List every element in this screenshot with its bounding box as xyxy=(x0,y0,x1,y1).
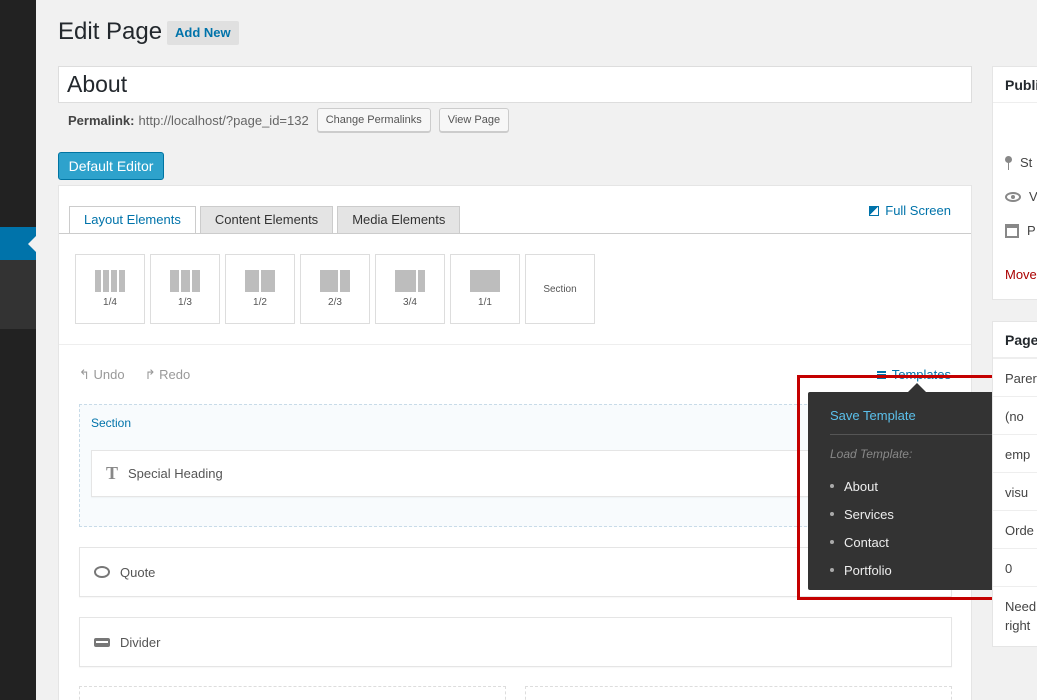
quote-icon xyxy=(94,566,110,578)
help-text-line: right xyxy=(1005,618,1031,633)
publish-date-label: P xyxy=(1027,223,1036,238)
builder-tabs: Layout Elements Content Elements Media E… xyxy=(69,206,461,234)
page-attributes-title: Page xyxy=(993,322,1037,358)
element-label: Divider xyxy=(120,634,161,650)
parent-select[interactable]: (no xyxy=(993,396,1037,434)
full-column-icon xyxy=(470,270,500,292)
template-label: emp xyxy=(993,434,1037,472)
publish-visibility-row: V xyxy=(1005,189,1037,204)
history-controls: ↰ Undo ↱ Redo xyxy=(79,367,190,383)
three-columns-icon xyxy=(170,270,200,292)
view-page-button[interactable]: View Page xyxy=(438,108,510,132)
two-thirds-column-icon xyxy=(320,270,350,292)
three-fourths-column-icon xyxy=(395,270,425,292)
redo-button[interactable]: ↱ Redo xyxy=(145,367,191,383)
element-label: Quote xyxy=(120,564,156,580)
layout-item-three-fourths[interactable]: 3/4 xyxy=(375,254,445,324)
layout-item-label: 1/2 xyxy=(253,297,267,308)
full-screen-label: Full Screen xyxy=(885,203,951,218)
fullscreen-icon xyxy=(869,205,880,216)
element-label: Special Heading xyxy=(128,466,223,481)
permalink-bar: Permalink: http://localhost/?page_id=132… xyxy=(68,108,510,132)
redo-icon: ↱ xyxy=(144,367,160,382)
admin-menu-sidebar xyxy=(0,0,36,700)
publish-visibility-label: V xyxy=(1029,189,1037,204)
change-permalinks-button[interactable]: Change Permalinks xyxy=(316,108,431,132)
publish-status-row: St xyxy=(1005,155,1032,170)
move-to-trash-link[interactable]: Move xyxy=(1005,267,1037,282)
layout-item-label: 1/4 xyxy=(103,297,117,308)
layout-item-one-half[interactable]: 1/2 xyxy=(225,254,295,324)
add-new-button[interactable]: Add New xyxy=(167,21,239,45)
publish-box: Publi St V P Move xyxy=(992,66,1037,300)
text-icon: T xyxy=(106,463,119,483)
publish-status-label: St xyxy=(1020,155,1033,170)
parent-label: Parer xyxy=(993,358,1037,396)
tab-media-elements[interactable]: Media Elements xyxy=(337,206,461,234)
help-text: Need right xyxy=(993,586,1037,646)
layout-item-two-thirds[interactable]: 2/3 xyxy=(300,254,370,324)
publish-box-title: Publi xyxy=(993,67,1037,103)
page-title: Edit Page xyxy=(58,18,163,45)
element-divider[interactable]: Divider xyxy=(79,617,952,667)
layout-item-label: 2/3 xyxy=(328,297,342,308)
undo-icon: ↰ xyxy=(79,367,94,382)
full-screen-button[interactable]: Full Screen xyxy=(869,203,951,218)
eye-icon xyxy=(1005,191,1021,202)
layout-item-full-width[interactable]: 1/1 xyxy=(450,254,520,324)
layout-item-one-third[interactable]: 1/3 xyxy=(150,254,220,324)
layout-element-list: 1/4 1/3 1/2 2/3 3/4 1/1 Section xyxy=(75,254,595,324)
page-attributes-box: Page Parer (no emp visu Orde 0 Need righ… xyxy=(992,321,1037,647)
layout-item-label: 3/4 xyxy=(403,297,417,308)
permalink-url[interactable]: http://localhost/?page_id=132 xyxy=(138,113,308,128)
highlight-annotation xyxy=(797,375,1025,600)
layout-item-label: 1/1 xyxy=(478,297,492,308)
post-title-input[interactable] xyxy=(58,66,972,103)
admin-submenu xyxy=(0,260,36,329)
default-editor-button[interactable]: Default Editor xyxy=(58,152,164,180)
publish-date-row: P xyxy=(1005,223,1036,238)
pin-icon xyxy=(1005,155,1012,170)
column-placeholder-right[interactable] xyxy=(525,686,952,700)
builder-divider xyxy=(59,344,971,345)
layout-item-one-fourth[interactable]: 1/4 xyxy=(75,254,145,324)
undo-button[interactable]: ↰ Undo xyxy=(79,367,125,383)
admin-menu-active-item[interactable] xyxy=(0,227,36,260)
divider-icon xyxy=(94,637,110,647)
undo-label: Undo xyxy=(93,367,125,382)
redo-label: Redo xyxy=(159,367,191,382)
two-columns-icon xyxy=(245,270,275,292)
order-label: Orde xyxy=(993,510,1037,548)
tab-layout-elements[interactable]: Layout Elements xyxy=(69,206,196,234)
tabs-divider xyxy=(59,233,971,234)
permalink-label: Permalink: xyxy=(68,112,135,128)
help-text-line: Need xyxy=(1005,599,1037,614)
layout-item-section[interactable]: Section xyxy=(525,254,595,324)
section-label: Section xyxy=(91,416,132,430)
column-placeholder-left[interactable] xyxy=(79,686,506,700)
layout-item-label: 1/3 xyxy=(178,297,192,308)
template-select[interactable]: visu xyxy=(993,472,1037,510)
order-input[interactable]: 0 xyxy=(993,548,1037,586)
layout-item-label: Section xyxy=(543,283,577,295)
four-columns-icon xyxy=(95,270,125,292)
tab-content-elements[interactable]: Content Elements xyxy=(199,206,334,234)
calendar-icon xyxy=(1005,223,1019,238)
